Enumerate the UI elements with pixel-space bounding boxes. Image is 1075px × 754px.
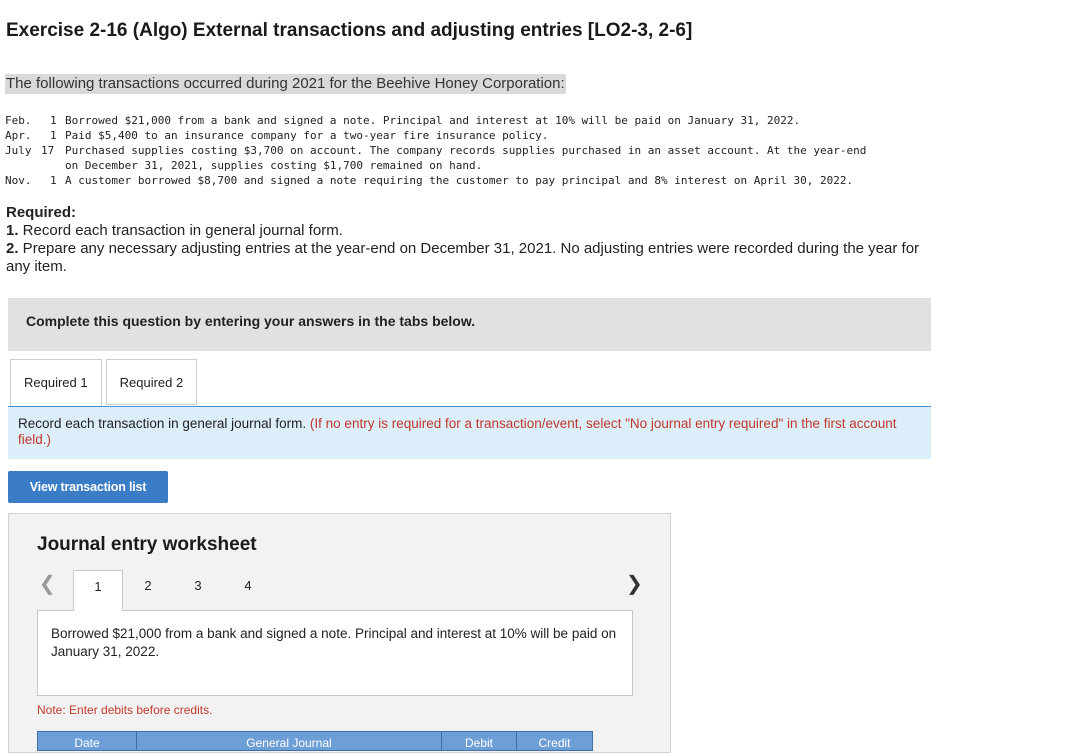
- instructions-banner: Complete this question by entering your …: [8, 298, 931, 351]
- tab-required-1[interactable]: Required 1: [10, 359, 102, 407]
- transaction-month: Apr.: [5, 129, 32, 142]
- transaction-text: Purchased supplies costing $3,700 on acc…: [65, 144, 867, 172]
- transaction-text: A customer borrowed $8,700 and signed a …: [65, 174, 854, 187]
- worksheet-steps: 1 2 3 4: [73, 570, 273, 611]
- view-transaction-list-button[interactable]: View transaction list: [8, 471, 168, 503]
- step-4[interactable]: 4: [223, 570, 273, 610]
- transaction-text: Borrowed $21,000 from a bank and signed …: [65, 114, 801, 127]
- intro-text: The following transactions occurred duri…: [5, 74, 566, 94]
- debits-note: Note: Enter debits before credits.: [37, 703, 213, 717]
- column-general-journal: General Journal: [137, 732, 442, 750]
- instruction-text: Record each transaction in general journ…: [18, 416, 307, 431]
- required-item-1-number: 1.: [6, 222, 19, 239]
- transaction-day: 1: [50, 114, 57, 127]
- transaction-description: Borrowed $21,000 from a bank and signed …: [37, 610, 633, 696]
- transaction-list: Feb. 1 Borrowed $21,000 from a bank and …: [5, 113, 935, 188]
- required-item-1: 1. Record each transaction in general jo…: [6, 222, 946, 240]
- transaction-row: Apr. 1 Paid $5,400 to an insurance compa…: [5, 128, 935, 143]
- chevron-right-icon[interactable]: ❯: [626, 571, 643, 595]
- required-item-2: 2. Prepare any necessary adjusting entri…: [6, 240, 946, 276]
- banner-text: Complete this question by entering your …: [26, 313, 476, 329]
- column-debit: Debit: [442, 732, 517, 750]
- transaction-row: July 17 Purchased supplies costing $3,70…: [5, 143, 935, 173]
- required-section: Required: 1. Record each transaction in …: [6, 204, 946, 276]
- required-item-1-text: Record each transaction in general journ…: [18, 222, 343, 239]
- step-3[interactable]: 3: [173, 570, 223, 610]
- tab-required-2[interactable]: Required 2: [105, 359, 198, 405]
- transaction-text: Paid $5,400 to an insurance company for …: [65, 129, 549, 142]
- transaction-day: 17: [41, 144, 55, 157]
- column-date: Date: [38, 732, 137, 750]
- instruction-box: Record each transaction in general journ…: [8, 407, 931, 459]
- transaction-day: 1: [50, 174, 57, 187]
- step-2[interactable]: 2: [123, 570, 173, 610]
- required-heading: Required:: [6, 204, 77, 221]
- transaction-month: July: [5, 144, 32, 157]
- transaction-month: Feb.: [5, 114, 32, 127]
- required-tabs: Required 1 Required 2: [10, 359, 201, 407]
- required-item-2-text: Prepare any necessary adjusting entries …: [6, 240, 920, 275]
- step-1[interactable]: 1: [73, 570, 123, 611]
- chevron-left-icon[interactable]: ❮: [39, 571, 56, 595]
- journal-entry-worksheet: Journal entry worksheet ❮ 1 2 3 4 ❯ Borr…: [8, 513, 671, 753]
- transaction-row: Feb. 1 Borrowed $21,000 from a bank and …: [5, 113, 935, 128]
- exercise-title: Exercise 2-16 (Algo) External transactio…: [6, 20, 693, 41]
- transaction-row: Nov. 1 A customer borrowed $8,700 and si…: [5, 173, 935, 188]
- transaction-day: 1: [50, 129, 57, 142]
- transaction-month: Nov.: [5, 174, 32, 187]
- required-item-2-number: 2.: [6, 240, 19, 257]
- journal-table-header: Date General Journal Debit Credit: [37, 731, 593, 751]
- worksheet-title: Journal entry worksheet: [37, 534, 257, 555]
- column-credit: Credit: [538, 736, 571, 750]
